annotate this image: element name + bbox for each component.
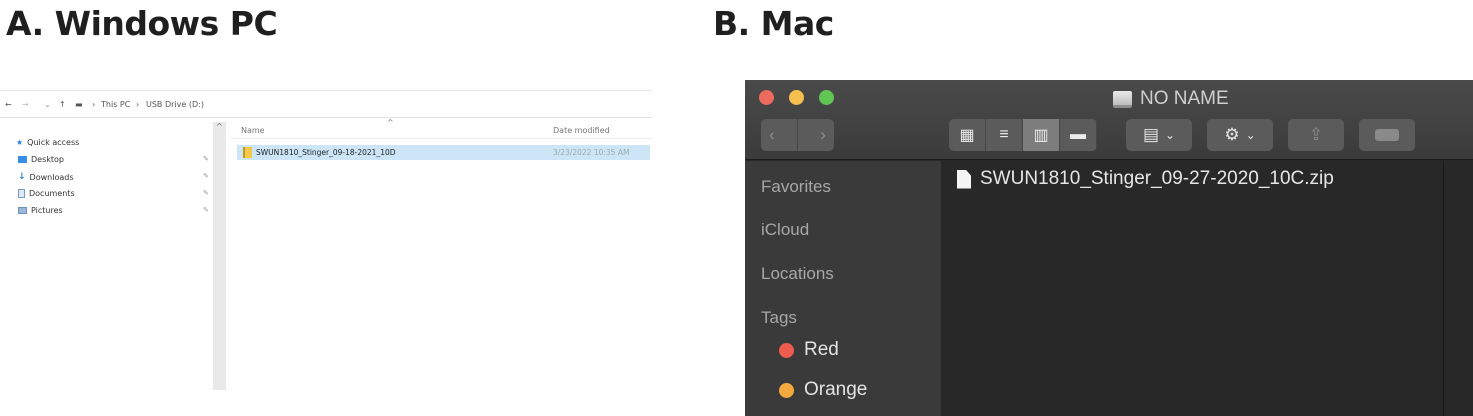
sort-arrow-icon: ^ bbox=[387, 118, 394, 127]
icon-view-icon[interactable]: ▦ bbox=[949, 119, 986, 151]
heading-windows-pc: A. Windows PC bbox=[6, 4, 278, 43]
breadcrumb-separator-icon: › bbox=[136, 100, 140, 109]
sidebar-section-tags[interactable]: Tags bbox=[761, 308, 797, 328]
chevron-down-icon: ⌄ bbox=[1245, 128, 1256, 142]
column-divider[interactable] bbox=[1443, 161, 1444, 416]
finder-toolbar: NO NAME ‹ › ▦ ≡ ▥ ▬ ▤ ⌄ ⚙ ⌄ ⇪ bbox=[745, 80, 1473, 160]
red-tag-dot-icon bbox=[779, 342, 794, 358]
nav-item-downloads[interactable]: ↓ Downloads bbox=[18, 172, 73, 182]
zoom-window-button[interactable] bbox=[819, 90, 834, 105]
recent-dropdown-icon[interactable]: ⌄ bbox=[44, 100, 51, 109]
column-header-date-modified[interactable]: Date modified bbox=[553, 126, 610, 135]
download-icon: ↓ bbox=[18, 172, 26, 182]
nav-pane-scrollbar[interactable]: ^ bbox=[213, 122, 226, 390]
gallery-view-icon[interactable]: ▬ bbox=[1060, 119, 1097, 151]
view-mode-segmented-control[interactable]: ▦ ≡ ▥ ▬ bbox=[949, 119, 1097, 151]
list-view-icon[interactable]: ≡ bbox=[986, 119, 1023, 151]
group-icon: ▤ bbox=[1142, 125, 1159, 144]
nav-item-documents[interactable]: Documents bbox=[18, 189, 75, 198]
back-forward-buttons[interactable]: ‹ › bbox=[761, 119, 834, 151]
share-button[interactable]: ⇪ bbox=[1288, 119, 1344, 151]
window-top-border bbox=[0, 90, 652, 91]
pin-icon[interactable]: ✎ bbox=[203, 189, 209, 197]
header-divider bbox=[231, 138, 652, 139]
forward-chevron-icon[interactable]: › bbox=[820, 125, 826, 145]
windows-explorer-window: ← → ⌄ ↑ ▬ › This PC › USB Drive (D:) ★ Q… bbox=[0, 88, 652, 416]
minimize-window-button[interactable] bbox=[789, 90, 804, 105]
finder-sidebar: Favorites iCloud Locations Tags Red Oran… bbox=[745, 161, 941, 416]
back-chevron-icon[interactable]: ‹ bbox=[769, 125, 775, 145]
document-icon bbox=[18, 189, 25, 198]
window-title: NO NAME bbox=[1113, 88, 1229, 110]
tag-icon bbox=[1375, 129, 1399, 141]
desktop-icon bbox=[18, 156, 27, 163]
file-name: SWUN1810_Stinger_09-18-2021_10D bbox=[256, 148, 396, 157]
breadcrumb-this-pc[interactable]: This PC bbox=[101, 100, 130, 109]
window-title-text: NO NAME bbox=[1140, 88, 1229, 109]
nav-item-desktop[interactable]: Desktop bbox=[18, 155, 64, 164]
button-divider bbox=[797, 119, 798, 151]
close-window-button[interactable] bbox=[759, 90, 774, 105]
back-arrow-icon[interactable]: ← bbox=[5, 100, 12, 109]
mac-finder-window: NO NAME ‹ › ▦ ≡ ▥ ▬ ▤ ⌄ ⚙ ⌄ ⇪ Favorites bbox=[745, 80, 1473, 416]
pictures-icon bbox=[18, 207, 27, 214]
breadcrumb-separator-icon: › bbox=[92, 100, 96, 109]
sidebar-tag-orange[interactable]: Orange bbox=[779, 379, 867, 401]
star-icon: ★ bbox=[16, 138, 24, 147]
pin-icon[interactable]: ✎ bbox=[203, 172, 209, 180]
nav-item-label: Pictures bbox=[31, 206, 63, 215]
action-menu-button[interactable]: ⚙ ⌄ bbox=[1207, 119, 1273, 151]
address-bar[interactable]: ← → ⌄ ↑ ▬ › This PC › USB Drive (D:) bbox=[0, 96, 652, 114]
file-date-modified: 3/23/2022 10:35 AM bbox=[553, 148, 630, 157]
file-item[interactable]: SWUN1810_Stinger_09-27-2020_10C.zip bbox=[957, 168, 1334, 190]
file-name: SWUN1810_Stinger_09-27-2020_10C.zip bbox=[980, 168, 1334, 189]
sidebar-section-icloud[interactable]: iCloud bbox=[761, 220, 809, 240]
forward-arrow-icon[interactable]: → bbox=[22, 100, 29, 109]
column-view-icon[interactable]: ▥ bbox=[1023, 119, 1060, 151]
sidebar-section-locations[interactable]: Locations bbox=[761, 264, 834, 284]
nav-item-label: Quick access bbox=[27, 138, 80, 147]
pin-icon[interactable]: ✎ bbox=[203, 155, 209, 163]
drive-small-icon: ▬ bbox=[75, 100, 83, 109]
gear-icon: ⚙ bbox=[1224, 125, 1240, 144]
file-row-selected[interactable]: SWUN1810_Stinger_09-18-2021_10D 3/23/202… bbox=[237, 145, 650, 160]
sidebar-tag-label: Red bbox=[804, 339, 839, 360]
share-icon: ⇪ bbox=[1308, 125, 1324, 144]
nav-item-label: Documents bbox=[29, 189, 75, 198]
sidebar-tag-red[interactable]: Red bbox=[779, 339, 839, 361]
breadcrumb-usb-drive[interactable]: USB Drive (D:) bbox=[146, 100, 204, 109]
tags-button[interactable] bbox=[1359, 119, 1415, 151]
nav-item-label: Downloads bbox=[29, 172, 74, 182]
nav-item-label: Desktop bbox=[31, 155, 64, 164]
nav-item-quick-access[interactable]: ★ Quick access bbox=[16, 138, 79, 147]
sidebar-section-favorites[interactable]: Favorites bbox=[761, 177, 831, 197]
address-divider bbox=[0, 117, 652, 118]
group-by-button[interactable]: ▤ ⌄ bbox=[1126, 119, 1192, 151]
pin-icon[interactable]: ✎ bbox=[203, 206, 209, 214]
heading-mac: B. Mac bbox=[713, 4, 834, 43]
document-icon bbox=[957, 169, 971, 189]
sidebar-tag-label: Orange bbox=[804, 379, 868, 400]
drive-icon bbox=[1113, 90, 1132, 108]
zip-folder-icon bbox=[243, 147, 252, 158]
up-arrow-icon[interactable]: ↑ bbox=[59, 100, 66, 109]
orange-tag-dot-icon bbox=[779, 382, 794, 398]
column-header-name[interactable]: Name bbox=[241, 126, 265, 135]
scroll-up-arrow-icon[interactable]: ^ bbox=[216, 122, 223, 131]
nav-item-pictures[interactable]: Pictures bbox=[18, 206, 63, 215]
chevron-down-icon: ⌄ bbox=[1165, 128, 1176, 142]
